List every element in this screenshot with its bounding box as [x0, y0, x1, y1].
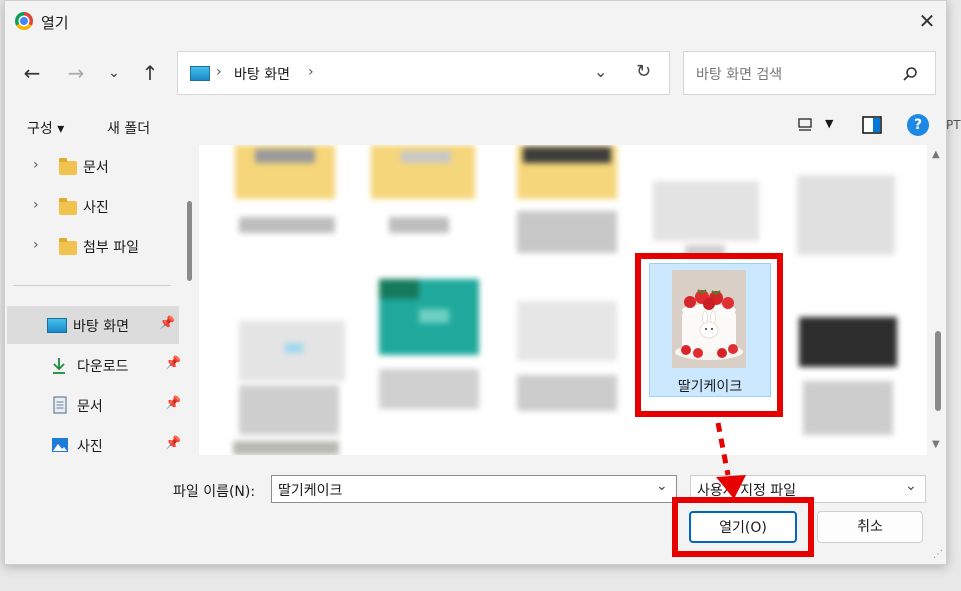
- resize-grip-icon[interactable]: ⋰: [933, 549, 943, 560]
- navigation-pane: › 문서 › 사진 › 첨부 파일 바탕 화면 📌 다운로드 📌 문서 📌 사진…: [5, 145, 185, 455]
- desktop-icon: [190, 66, 210, 81]
- file-label-blurred: [517, 375, 617, 411]
- annotation-highlight-file: [635, 253, 783, 417]
- search-input[interactable]: 바탕 화면 검색: [696, 64, 782, 84]
- help-icon[interactable]: ?: [907, 114, 929, 136]
- chrome-icon: [15, 12, 33, 30]
- nav-scrollbar-thumb[interactable]: [187, 201, 192, 281]
- file-label-blurred: [389, 217, 449, 233]
- file-item-blurred[interactable]: [517, 145, 617, 199]
- close-icon[interactable]: ✕: [913, 7, 941, 35]
- organize-label: 구성: [27, 121, 53, 137]
- nav-item-label: 문서: [83, 160, 109, 176]
- document-icon: [53, 396, 67, 414]
- nav-item-label: 문서: [77, 399, 103, 415]
- forward-arrow-icon[interactable]: →: [61, 58, 91, 88]
- folder-icon: [59, 158, 77, 175]
- filename-input[interactable]: 딸기케이크 ⌄: [271, 475, 677, 503]
- nav-item-pictures[interactable]: 사진 📌: [15, 426, 181, 455]
- nav-item-downloads[interactable]: 다운로드 📌: [15, 346, 181, 384]
- scrollbar-thumb[interactable]: [935, 331, 941, 411]
- desktop-icon: [47, 318, 67, 333]
- folder-icon: [59, 238, 77, 255]
- nav-item-pictures-folder[interactable]: › 사진: [15, 187, 180, 225]
- nav-divider: [13, 285, 171, 286]
- toolbar-divider: [5, 105, 946, 106]
- pin-icon[interactable]: 📌: [165, 436, 181, 451]
- file-item-blurred[interactable]: [797, 175, 895, 255]
- nav-item-desktop[interactable]: 바탕 화면 📌: [7, 306, 179, 344]
- organize-button[interactable]: 구성 ▾: [27, 118, 64, 138]
- nav-item-label: 다운로드: [77, 359, 129, 375]
- nav-item-attachments-folder[interactable]: › 첨부 파일: [15, 227, 180, 265]
- expand-chevron-icon[interactable]: ›: [33, 197, 39, 213]
- filename-history-chevron-icon[interactable]: ⌄: [656, 478, 668, 494]
- pin-icon[interactable]: 📌: [159, 316, 175, 331]
- nav-item-label: 사진: [83, 200, 109, 216]
- file-label-blurred: [239, 385, 339, 435]
- file-item-blurred[interactable]: [517, 301, 617, 361]
- view-options-icon[interactable]: [797, 117, 813, 133]
- scroll-up-icon[interactable]: ▲: [932, 149, 940, 160]
- title-bar: 열기 ✕: [5, 1, 946, 41]
- file-item-blurred[interactable]: [371, 145, 475, 199]
- breadcrumb-desktop[interactable]: 바탕 화면: [234, 64, 290, 84]
- nav-item-label: 첨부 파일: [83, 240, 139, 256]
- back-arrow-icon[interactable]: ←: [17, 58, 47, 88]
- download-icon: [53, 358, 65, 374]
- pin-icon[interactable]: 📌: [165, 396, 181, 411]
- address-bar[interactable]: › 바탕 화면 › ⌄ ↻: [177, 51, 670, 95]
- new-folder-button[interactable]: 새 폴더: [107, 118, 150, 138]
- nav-item-documents-folder[interactable]: › 문서: [15, 147, 180, 185]
- file-item-blurred[interactable]: [239, 321, 345, 381]
- search-icon: [903, 67, 917, 81]
- recent-locations-chevron-icon[interactable]: ⌄: [99, 58, 129, 88]
- folder-icon: [59, 198, 77, 215]
- file-item-blurred[interactable]: [799, 317, 897, 367]
- preview-pane-icon[interactable]: [862, 116, 882, 134]
- annotation-arrow: [715, 422, 746, 499]
- picture-icon: [52, 438, 68, 452]
- cancel-button[interactable]: 취소: [817, 511, 923, 543]
- pin-icon[interactable]: 📌: [165, 356, 181, 371]
- filename-value: 딸기케이크: [278, 483, 343, 499]
- dialog-title: 열기: [41, 14, 69, 32]
- file-item-blurred[interactable]: [235, 145, 335, 199]
- nav-item-documents[interactable]: 문서 📌: [15, 386, 181, 424]
- expand-chevron-icon[interactable]: ›: [33, 237, 39, 253]
- nav-item-label: 사진: [77, 439, 103, 455]
- background-window-edge: PT: [946, 118, 961, 132]
- file-label-blurred: [803, 381, 893, 435]
- file-label-blurred: [239, 217, 335, 233]
- file-item-blurred[interactable]: [379, 279, 479, 355]
- filetype-chevron-icon[interactable]: ⌄: [905, 478, 917, 494]
- file-list-area: 딸기케이크: [199, 145, 927, 455]
- file-item-blurred[interactable]: [653, 181, 759, 241]
- refresh-icon[interactable]: ↻: [636, 61, 651, 82]
- breadcrumb-trailing-separator[interactable]: ›: [308, 64, 314, 80]
- nav-item-label: 바탕 화면: [73, 319, 129, 335]
- expand-chevron-icon[interactable]: ›: [33, 157, 39, 173]
- annotation-highlight-open-button: [672, 497, 814, 557]
- file-label-blurred: [379, 369, 479, 409]
- file-item-blurred[interactable]: [233, 441, 339, 455]
- open-file-dialog: 열기 ✕ ← → ⌄ ↑ › 바탕 화면 › ⌄ ↻ 바탕 화면 검색 구성 ▾…: [4, 0, 947, 565]
- breadcrumb-separator: ›: [216, 64, 222, 80]
- search-box[interactable]: 바탕 화면 검색: [683, 51, 936, 95]
- up-arrow-icon[interactable]: ↑: [135, 58, 165, 88]
- file-list-scrollbar[interactable]: ▲ ▼: [932, 145, 944, 455]
- filename-label: 파일 이름(N):: [173, 484, 256, 500]
- scroll-down-icon[interactable]: ▼: [932, 439, 940, 450]
- address-history-chevron-icon[interactable]: ⌄: [594, 62, 607, 81]
- file-label-blurred: [517, 211, 617, 253]
- view-dropdown-icon[interactable]: ▼: [825, 117, 833, 130]
